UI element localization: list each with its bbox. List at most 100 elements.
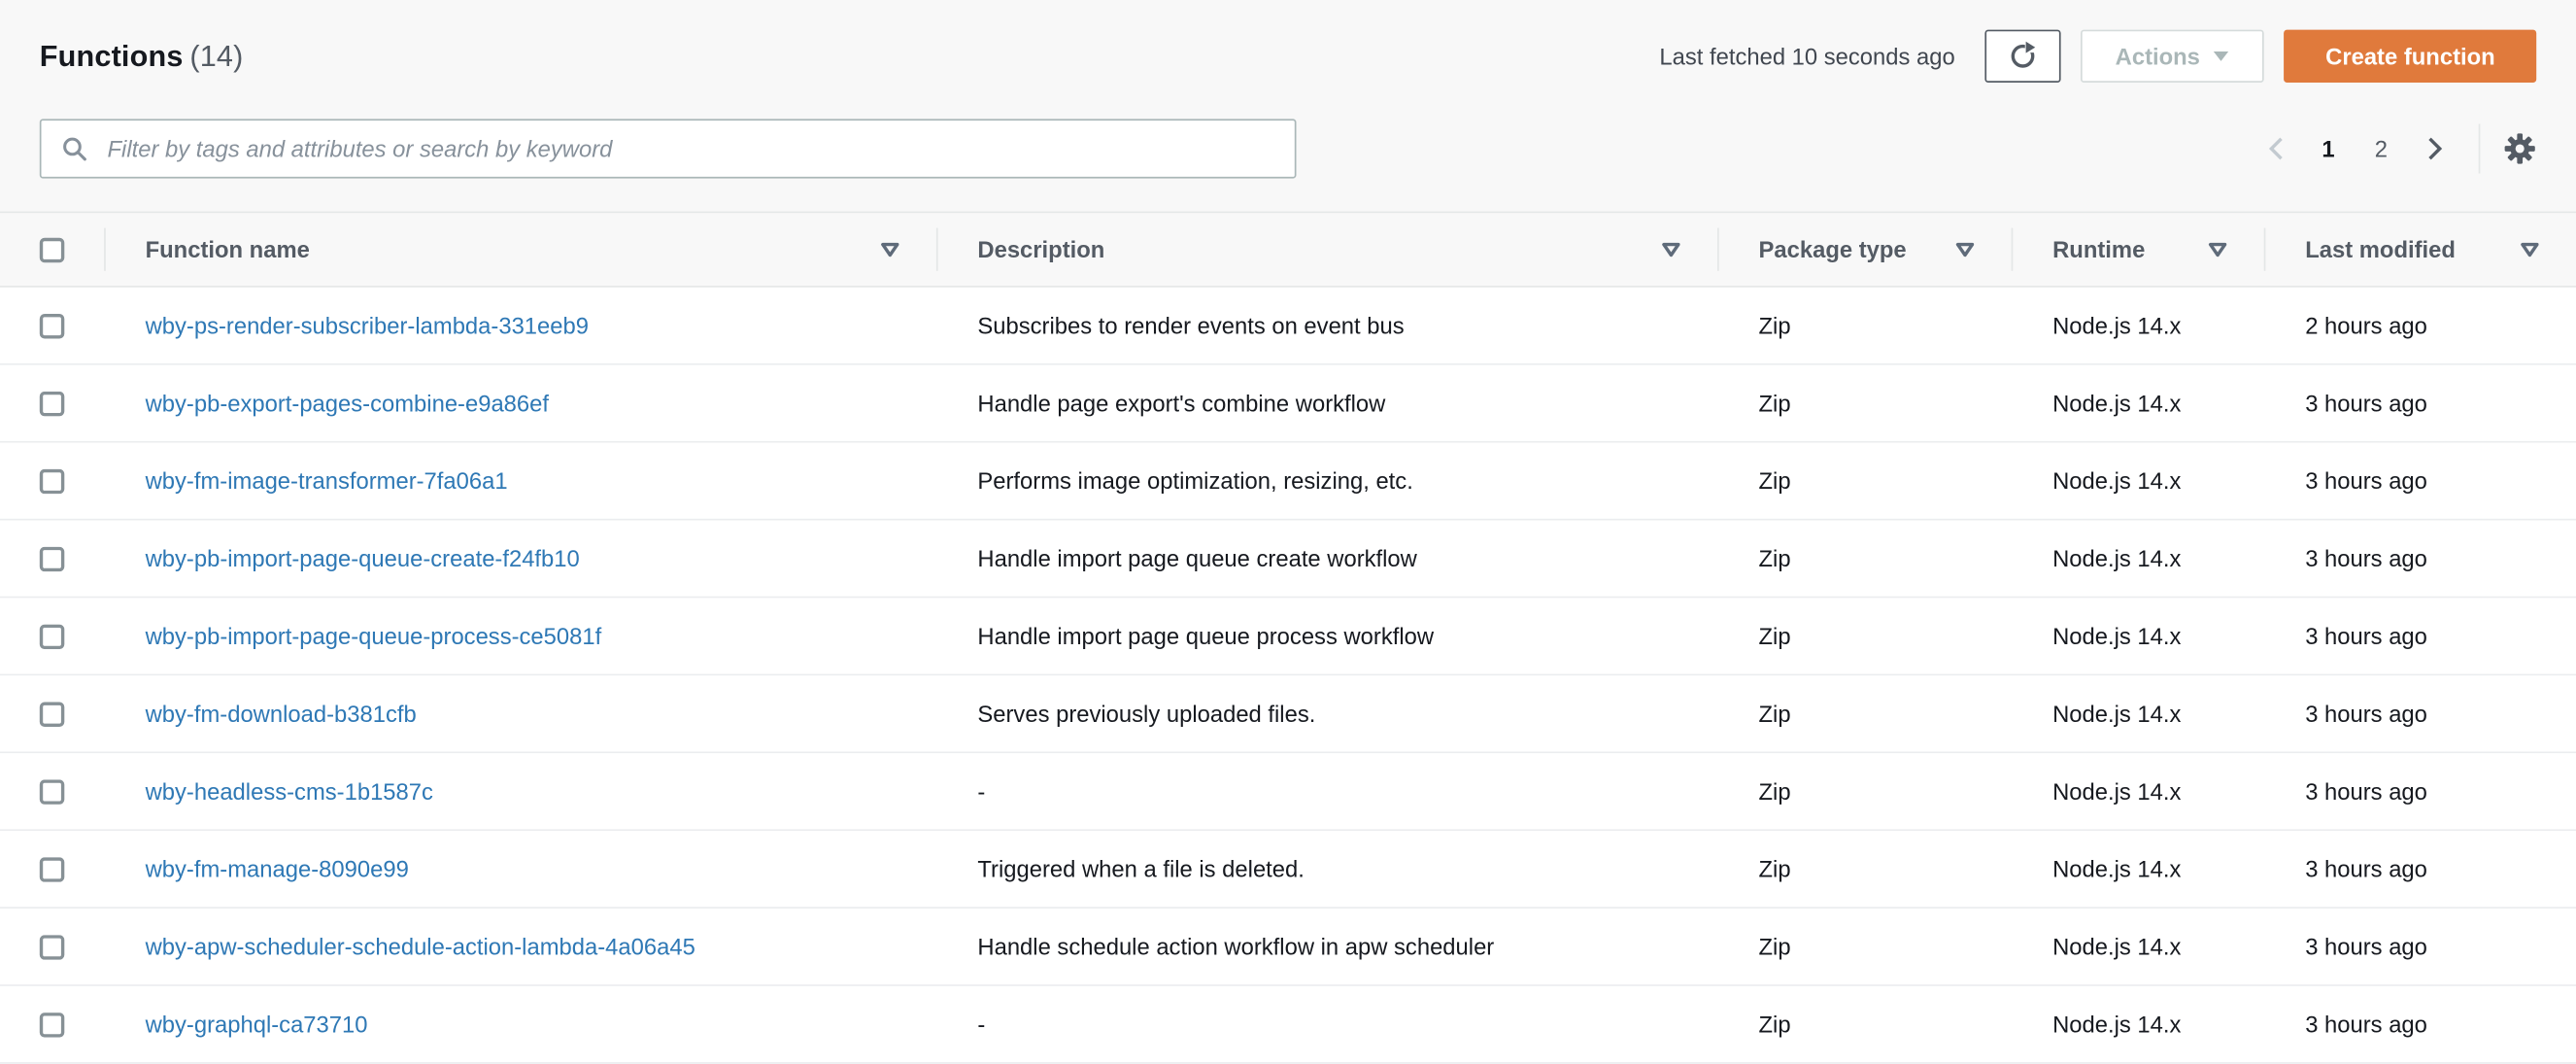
gear-icon xyxy=(2503,132,2536,165)
create-function-button[interactable]: Create function xyxy=(2284,29,2537,84)
row-checkbox[interactable] xyxy=(39,391,65,416)
function-name-link[interactable]: wby-pb-import-page-queue-process-ce5081f xyxy=(146,623,602,649)
row-select-cell xyxy=(0,701,104,727)
description-cell: Serves previously uploaded files. xyxy=(977,700,1316,727)
refresh-button[interactable] xyxy=(1984,29,2061,84)
refresh-icon xyxy=(2006,40,2039,73)
chevron-left-icon xyxy=(2265,135,2287,161)
pagination-divider xyxy=(2478,123,2481,174)
preferences-button[interactable] xyxy=(2503,132,2536,165)
description-cell: - xyxy=(977,777,986,805)
filter-triangle-icon[interactable] xyxy=(1661,241,1680,257)
function-name-cell: wby-pb-export-pages-combine-e9a86ef xyxy=(104,390,936,416)
row-checkbox[interactable] xyxy=(39,701,65,727)
search-box xyxy=(39,119,1297,179)
page-title-text: Functions xyxy=(39,38,184,72)
description-cell: Handle schedule action workflow in apw s… xyxy=(977,933,1495,960)
row-checkbox[interactable] xyxy=(39,856,65,881)
function-name-cell: wby-fm-download-b381cfb xyxy=(104,701,936,727)
page-button-2[interactable]: 2 xyxy=(2359,127,2402,170)
function-name-cell: wby-apw-scheduler-schedule-action-lambda… xyxy=(104,934,936,960)
table-row: wby-graphql-ca73710 - Zip Node.js 14.x 3… xyxy=(0,985,2576,1064)
last-modified-cell: 2 hours ago xyxy=(2305,312,2427,339)
function-name-link[interactable]: wby-pb-import-page-queue-create-f24fb10 xyxy=(146,545,580,571)
actions-button-label: Actions xyxy=(2115,43,2200,70)
toolbar: 1 2 xyxy=(0,119,2576,179)
row-checkbox[interactable] xyxy=(39,934,65,959)
column-label: Last modified xyxy=(2305,236,2456,263)
column-header-package-type[interactable]: Package type xyxy=(1717,213,2012,286)
function-name-cell: wby-fm-image-transformer-7fa06a1 xyxy=(104,467,936,494)
table-row: wby-pb-import-page-queue-create-f24fb10 … xyxy=(0,520,2576,599)
package-type-cell: Zip xyxy=(1758,545,1791,572)
column-header-description[interactable]: Description xyxy=(935,213,1717,286)
description-cell: Triggered when a file is deleted. xyxy=(977,855,1305,882)
description-cell: Performs image optimization, resizing, e… xyxy=(977,467,1413,495)
table-row: wby-fm-manage-8090e99 Triggered when a f… xyxy=(0,831,2576,909)
row-checkbox[interactable] xyxy=(39,778,65,805)
runtime-cell: Node.js 14.x xyxy=(2052,933,2182,960)
row-checkbox[interactable] xyxy=(39,623,65,649)
last-fetched-text: Last fetched 10 seconds ago xyxy=(1659,43,1955,70)
function-name-link[interactable]: wby-headless-cms-1b1587c xyxy=(146,778,433,805)
row-select-cell xyxy=(0,391,104,416)
function-name-cell: wby-pb-import-page-queue-create-f24fb10 xyxy=(104,545,936,571)
row-checkbox[interactable] xyxy=(39,467,65,494)
package-type-cell: Zip xyxy=(1758,700,1791,727)
pagination: 1 2 xyxy=(2254,123,2537,174)
function-name-link[interactable]: wby-pb-export-pages-combine-e9a86ef xyxy=(146,390,549,416)
function-name-link[interactable]: wby-fm-download-b381cfb xyxy=(146,701,417,727)
function-name-link[interactable]: wby-fm-image-transformer-7fa06a1 xyxy=(146,467,508,494)
actions-button[interactable]: Actions xyxy=(2080,29,2265,84)
last-modified-cell: 3 hours ago xyxy=(2305,700,2427,727)
table-row: wby-fm-download-b381cfb Serves previousl… xyxy=(0,675,2576,754)
search-input[interactable] xyxy=(39,119,1297,179)
header-bar: Functions (14) Last fetched 10 seconds ag… xyxy=(0,0,2576,86)
last-modified-cell: 3 hours ago xyxy=(2305,933,2427,960)
function-name-cell: wby-fm-manage-8090e99 xyxy=(104,856,936,882)
header-actions: Last fetched 10 seconds ago Actions Crea… xyxy=(1659,29,2537,84)
table-row: wby-pb-export-pages-combine-e9a86ef Hand… xyxy=(0,364,2576,443)
column-label: Function name xyxy=(145,236,310,263)
row-checkbox[interactable] xyxy=(39,313,65,338)
function-name-cell: wby-headless-cms-1b1587c xyxy=(104,778,936,805)
filter-triangle-icon[interactable] xyxy=(2520,241,2539,257)
runtime-cell: Node.js 14.x xyxy=(2052,700,2182,727)
function-name-link[interactable]: wby-graphql-ca73710 xyxy=(146,1011,368,1037)
row-checkbox[interactable] xyxy=(39,1012,65,1037)
column-label: Runtime xyxy=(2052,236,2146,263)
last-modified-cell: 3 hours ago xyxy=(2305,545,2427,572)
chevron-down-icon xyxy=(2214,50,2230,63)
filter-triangle-icon[interactable] xyxy=(2208,241,2227,257)
description-cell: Handle import page queue create workflow xyxy=(977,545,1417,572)
lambda-functions-page: Functions (14) Last fetched 10 seconds ag… xyxy=(0,0,2576,1064)
last-modified-cell: 3 hours ago xyxy=(2305,855,2427,882)
column-label: Package type xyxy=(1758,236,1907,263)
column-label: Description xyxy=(977,236,1105,263)
runtime-cell: Node.js 14.x xyxy=(2052,545,2182,572)
runtime-cell: Node.js 14.x xyxy=(2052,467,2182,495)
filter-triangle-icon[interactable] xyxy=(880,241,899,257)
last-modified-cell: 3 hours ago xyxy=(2305,1011,2427,1038)
filter-triangle-icon[interactable] xyxy=(1955,241,1975,257)
function-name-link[interactable]: wby-apw-scheduler-schedule-action-lambda… xyxy=(146,934,695,960)
column-header-runtime[interactable]: Runtime xyxy=(2011,213,2264,286)
column-header-last-modified[interactable]: Last modified xyxy=(2263,213,2576,286)
runtime-cell: Node.js 14.x xyxy=(2052,855,2182,882)
next-page-button[interactable] xyxy=(2413,127,2456,170)
function-name-link[interactable]: wby-fm-manage-8090e99 xyxy=(146,856,409,882)
row-select-cell xyxy=(0,467,104,494)
package-type-cell: Zip xyxy=(1758,1011,1791,1038)
select-all-checkbox[interactable] xyxy=(39,236,65,262)
row-checkbox[interactable] xyxy=(39,545,65,571)
column-header-function-name[interactable]: Function name xyxy=(104,213,936,286)
function-name-link[interactable]: wby-ps-render-subscriber-lambda-331eeb9 xyxy=(146,312,589,338)
last-modified-cell: 3 hours ago xyxy=(2305,622,2427,650)
runtime-cell: Node.js 14.x xyxy=(2052,777,2182,805)
table-row: wby-headless-cms-1b1587c - Zip Node.js 1… xyxy=(0,753,2576,832)
previous-page-button[interactable] xyxy=(2254,127,2297,170)
description-cell: Handle import page queue process workflo… xyxy=(977,622,1435,650)
page-button-1[interactable]: 1 xyxy=(2307,127,2350,170)
package-type-cell: Zip xyxy=(1758,312,1791,339)
runtime-cell: Node.js 14.x xyxy=(2052,622,2182,650)
